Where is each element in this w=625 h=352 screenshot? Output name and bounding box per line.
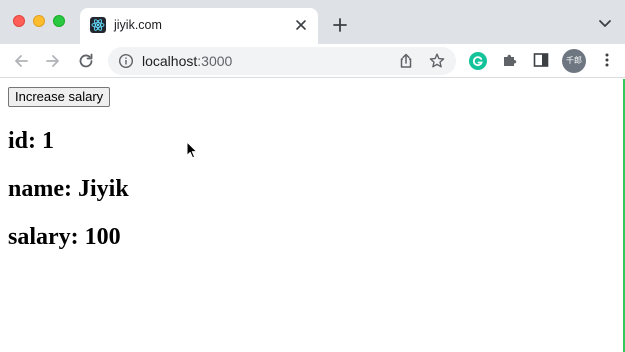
browser-tab[interactable]: jiyik.com (80, 8, 318, 44)
salary-heading: salary: 100 (8, 224, 121, 250)
react-icon (90, 17, 106, 33)
back-arrow-icon[interactable] (11, 51, 31, 71)
id-heading: id: 1 (8, 128, 55, 154)
page-content: Increase salary id: 1 name: Jiyik salary… (0, 79, 623, 352)
increase-salary-button[interactable]: Increase salary (8, 87, 111, 107)
kebab-menu-icon[interactable] (599, 52, 615, 68)
url-host: localhost (142, 53, 198, 69)
grammarly-icon[interactable] (469, 52, 487, 70)
mouse-cursor-icon (186, 141, 198, 159)
window-maximize-button[interactable] (53, 15, 65, 27)
url-port: :3000 (197, 53, 233, 69)
name-heading: name: Jiyik (8, 176, 129, 202)
window-close-button[interactable] (13, 15, 25, 27)
browser-titlebar: jiyik.com (0, 0, 625, 44)
address-bar[interactable]: localhost:3000 (108, 47, 456, 75)
tab-title: jiyik.com (114, 18, 162, 32)
close-icon[interactable] (292, 16, 310, 34)
plus-icon[interactable] (330, 15, 350, 35)
share-icon[interactable] (397, 52, 415, 70)
browser-toolbar: localhost:3000 (0, 44, 625, 78)
info-icon[interactable] (118, 53, 134, 69)
reload-icon[interactable] (76, 51, 96, 71)
url-text: localhost:3000 (142, 53, 232, 69)
puzzle-icon[interactable] (501, 51, 519, 69)
chevron-down-icon[interactable] (596, 17, 614, 31)
avatar[interactable]: 千郎 (562, 49, 586, 73)
forward-arrow-icon[interactable] (43, 51, 63, 71)
side-panel-icon[interactable] (533, 52, 549, 68)
window-minimize-button[interactable] (33, 15, 45, 27)
star-icon[interactable] (428, 52, 446, 70)
